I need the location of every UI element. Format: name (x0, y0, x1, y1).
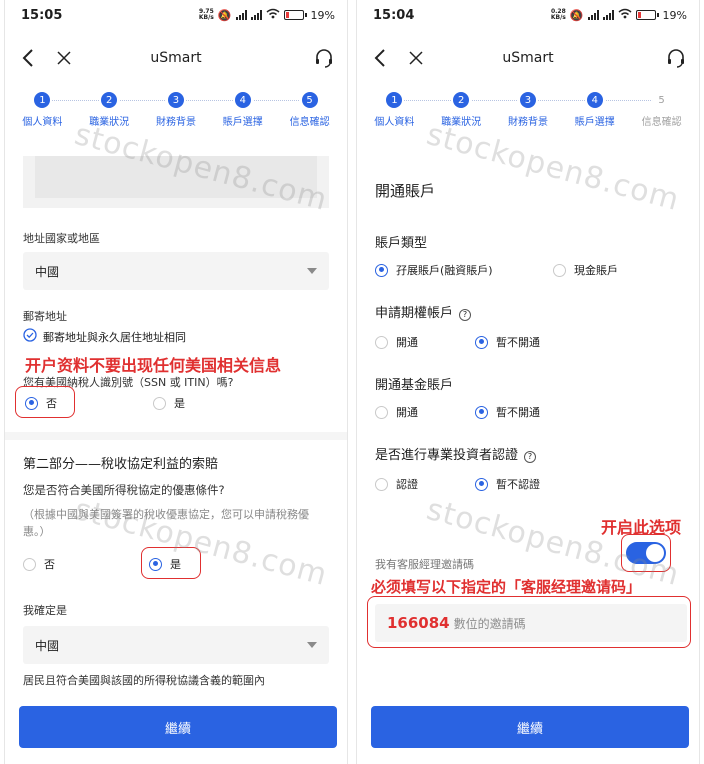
progress-stepper: 1 個人資料 2 職業狀況 3 財務背景 4 賬戶選擇 5 信息確認 (5, 86, 347, 130)
step-2[interactable]: 2 職業狀況 (428, 86, 495, 128)
battery-icon (635, 10, 659, 20)
pro-not-certify[interactable]: 暫不認證 (475, 476, 540, 492)
step-4[interactable]: 4 賬戶選擇 (561, 86, 628, 128)
mail-address-label: 郵寄地址 (23, 310, 67, 323)
step-1[interactable]: 1 個人資料 (9, 86, 76, 128)
status-time: 15:05 (21, 7, 63, 23)
help-icon[interactable]: ? (459, 308, 472, 321)
form-content: 開通賬戶 賬戶類型 孖展賬戶(融資賬戶) 現金賬戶 申請期權帳戶? 開通 暫不開… (357, 142, 699, 764)
status-time: 15:04 (373, 7, 415, 23)
fund-not-open[interactable]: 暫不開通 (475, 404, 540, 420)
signal-icon (235, 10, 247, 20)
referral-label: 我有客服經理邀請碼 (375, 558, 474, 571)
nav-bar: uSmart (5, 30, 347, 86)
annotation-no-us-info: 开户资料不要出现任何美国相关信息 (25, 356, 282, 375)
step-5[interactable]: 5 信息確認 (628, 86, 695, 128)
treaty-option-yes[interactable]: 是 (149, 556, 181, 572)
right-screen: 15:04 0.28 KB/s 🔕 19% uSmart 1 個人資料 2 職業… (356, 0, 700, 764)
pro-certify[interactable]: 認證 (375, 476, 475, 492)
continue-button[interactable]: 繼續 (371, 706, 689, 748)
account-type-label: 賬戶類型 (375, 236, 428, 251)
tin-option-no[interactable]: 否 (25, 395, 153, 411)
headset-icon[interactable] (313, 47, 335, 69)
battery-icon (283, 10, 307, 20)
nav-bar: uSmart (357, 30, 699, 86)
step-5[interactable]: 5 信息確認 (276, 86, 343, 128)
confirm-label: 我確定是 (23, 604, 67, 617)
step-3[interactable]: 3 財務背景 (495, 86, 562, 128)
account-type-cash[interactable]: 現金賬戶 (553, 262, 618, 278)
invite-code-placeholder: 數位的邀請碼 (453, 616, 526, 631)
address-country-select[interactable]: 中國 (23, 252, 329, 290)
step-1[interactable]: 1 個人資料 (361, 86, 428, 128)
signal-icon (587, 10, 599, 20)
back-icon[interactable] (17, 47, 39, 69)
left-screen: 15:05 9.75 KB/s 🔕 19% uSmart 1 個人資料 2 職業… (4, 0, 348, 764)
resident-text: 居民且符合美國與該國的所得稅協議含義的範圍內 (23, 674, 265, 687)
close-icon[interactable] (405, 47, 427, 69)
mail-same-checkbox[interactable]: 郵寄地址與永久居住地址相同 (23, 328, 186, 345)
help-icon[interactable]: ? (524, 450, 537, 463)
invite-code-value: 166084 (387, 614, 450, 632)
dropdown-arrow-icon (307, 268, 317, 274)
signal-icon-2 (250, 10, 262, 20)
part2-title: 第二部分——稅收協定利益的索賠 (23, 457, 219, 472)
dropdown-arrow-icon (307, 642, 317, 648)
network-speed: 9.75 KB/s (198, 8, 214, 21)
close-icon[interactable] (53, 47, 75, 69)
treaty-country-select[interactable]: 中國 (23, 626, 329, 664)
invite-code-input[interactable]: 166084 數位的邀請碼 (375, 604, 687, 642)
progress-stepper: 1 個人資料 2 職業狀況 3 財務背景 4 賬戶選擇 5 信息確認 (357, 86, 699, 130)
referral-toggle[interactable] (626, 542, 666, 564)
address-country-label: 地址國家或地區 (23, 232, 100, 245)
step-4[interactable]: 4 賬戶選擇 (209, 86, 276, 128)
address-textarea[interactable] (23, 156, 329, 208)
account-type-margin[interactable]: 孖展賬戶(融資賬戶) (375, 262, 553, 278)
wifi-icon (266, 8, 280, 22)
wifi-icon (618, 8, 632, 22)
mute-icon: 🔕 (217, 8, 232, 22)
options-label: 申請期權帳戶? (375, 302, 472, 321)
fund-open[interactable]: 開通 (375, 404, 475, 420)
mute-icon: 🔕 (569, 8, 584, 22)
check-circle-icon (23, 328, 37, 345)
fund-label: 開通基金賬戶 (375, 378, 454, 393)
treaty-option-no[interactable]: 否 (23, 556, 149, 572)
network-speed: 0.28 KB/s (550, 8, 566, 21)
open-account-title: 開通賬戶 (375, 182, 436, 200)
treaty-note: （根據中國與美國簽署的稅收優惠協定，您可以申請稅務優惠。） (23, 508, 309, 538)
tin-option-yes[interactable]: 是 (153, 395, 185, 411)
signal-icon-2 (602, 10, 614, 20)
battery-level: 19% (662, 8, 687, 22)
step-2[interactable]: 2 職業狀況 (76, 86, 143, 128)
headset-icon[interactable] (665, 47, 687, 69)
options-not-open[interactable]: 暫不開通 (475, 334, 540, 350)
step-3[interactable]: 3 財務背景 (143, 86, 210, 128)
continue-button[interactable]: 繼續 (19, 706, 337, 748)
status-bar: 15:04 0.28 KB/s 🔕 19% (357, 0, 699, 30)
battery-level: 19% (310, 8, 335, 22)
options-open[interactable]: 開通 (375, 334, 475, 350)
annotation-fill-code: 必须填写以下指定的「客服经理邀请码」 (371, 578, 642, 596)
pro-investor-label: 是否進行專業投資者認證? (375, 444, 537, 463)
form-content: 地址國家或地區 中國 郵寄地址 郵寄地址與永久居住地址相同 开户资料不要出现任何… (5, 142, 347, 764)
status-bar: 15:05 9.75 KB/s 🔕 19% (5, 0, 347, 30)
treaty-question: 您是否符合美國所得稅協定的優惠條件? (23, 483, 225, 497)
back-icon[interactable] (369, 47, 391, 69)
